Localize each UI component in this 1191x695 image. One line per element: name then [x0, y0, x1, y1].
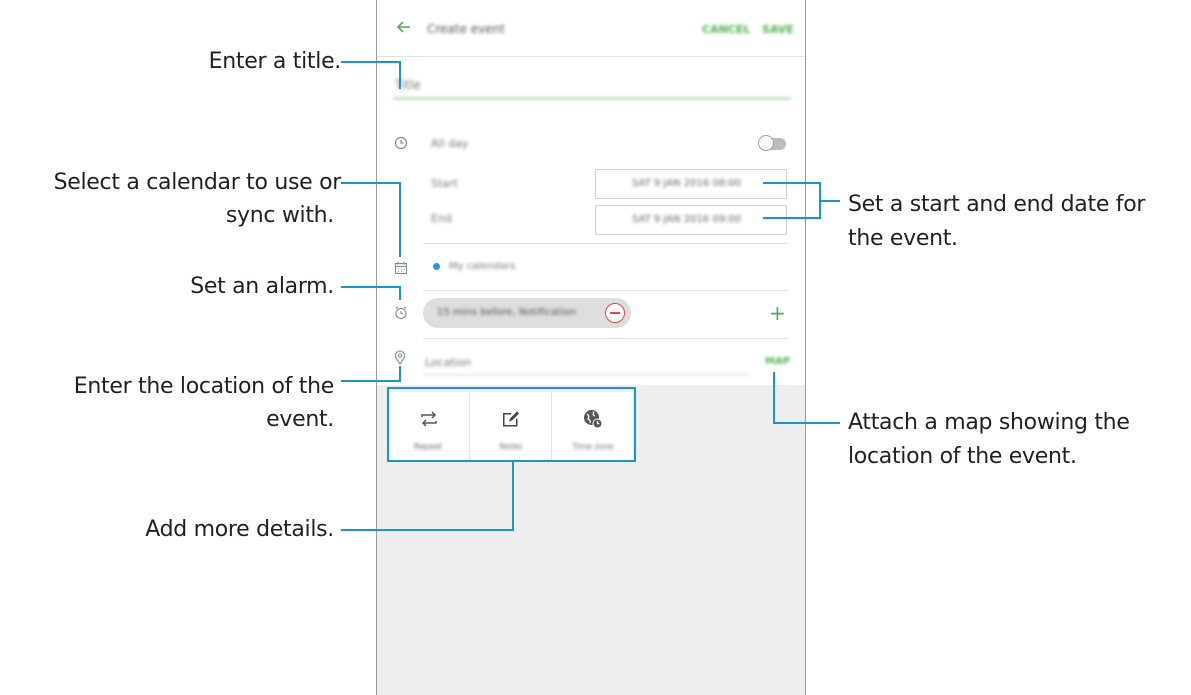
leader-line-dates — [819, 200, 840, 202]
end-date-value: SAT 9 JAN 2016 09:00 — [632, 214, 742, 225]
leader-line-calendar — [399, 182, 401, 257]
callout-location-line1: Enter the location of the — [73, 374, 335, 399]
callout-dates-line2: the event. — [848, 226, 958, 251]
leader-line-dates — [763, 182, 821, 184]
leader-line-details — [512, 462, 514, 531]
alarm-icon — [395, 306, 407, 320]
details-highlight-box — [387, 387, 636, 462]
end-date-field[interactable]: SAT 9 JAN 2016 09:00 — [595, 205, 787, 235]
callout-title: Enter a title. — [208, 49, 342, 74]
callout-location-line2: event. — [266, 407, 334, 432]
leader-line-title — [341, 61, 401, 63]
alarm-chip-text: 15 mins before, Notification — [437, 307, 577, 318]
start-date-field[interactable]: SAT 9 JAN 2016 08:00 — [595, 169, 787, 199]
add-alarm-button[interactable]: + — [769, 303, 786, 323]
leader-line-map — [773, 372, 775, 424]
phone-screen: Create event CANCEL SAVE All day Start S… — [376, 0, 806, 695]
leader-line-dates — [763, 217, 821, 219]
callout-calendar-line1: Select a calendar to use or — [53, 170, 342, 195]
leader-line-title — [399, 61, 401, 89]
calendar-icon[interactable] — [394, 261, 408, 275]
map-button[interactable]: MAP — [765, 356, 790, 367]
location-input[interactable] — [423, 350, 751, 375]
start-label: Start — [431, 177, 458, 190]
leader-line-map — [773, 422, 840, 424]
callout-calendar-line2: sync with. — [225, 203, 334, 228]
appbar-divider — [377, 56, 805, 57]
leader-line-location — [341, 380, 401, 382]
minus-icon — [610, 312, 620, 314]
title-input[interactable] — [393, 72, 791, 99]
callout-alarm: Set an alarm. — [190, 274, 334, 299]
callout-dates-line1: Set a start and end date for — [848, 192, 1146, 217]
start-date-value: SAT 9 JAN 2016 08:00 — [632, 178, 742, 189]
all-day-label: All day — [431, 137, 469, 150]
clock-icon — [394, 136, 408, 150]
alarm-chip[interactable]: 15 mins before, Notification — [423, 298, 631, 328]
leader-line-alarm — [341, 286, 401, 288]
divider — [423, 338, 789, 339]
cancel-button[interactable]: CANCEL — [702, 23, 750, 36]
back-arrow-icon[interactable] — [395, 18, 413, 36]
save-button[interactable]: SAVE — [762, 23, 794, 36]
leader-line-location — [399, 366, 401, 382]
location-pin-icon — [394, 350, 406, 365]
divider — [423, 243, 789, 244]
callout-map-line2: location of the event. — [848, 444, 1077, 469]
remove-alarm-button[interactable] — [605, 303, 625, 323]
leader-line-calendar — [341, 182, 401, 184]
toggle-knob — [758, 135, 774, 151]
divider — [423, 290, 789, 291]
callout-more-details: Add more details. — [145, 517, 334, 542]
all-day-toggle[interactable] — [758, 135, 786, 151]
page-title: Create event — [427, 22, 505, 36]
leader-line-details — [341, 529, 514, 531]
calendar-color-dot — [433, 263, 440, 270]
calendar-selector[interactable]: My calendars — [449, 261, 515, 272]
leader-line-alarm — [399, 286, 401, 300]
callout-map-line1: Attach a map showing the — [848, 410, 1130, 435]
end-label: End — [431, 212, 452, 225]
